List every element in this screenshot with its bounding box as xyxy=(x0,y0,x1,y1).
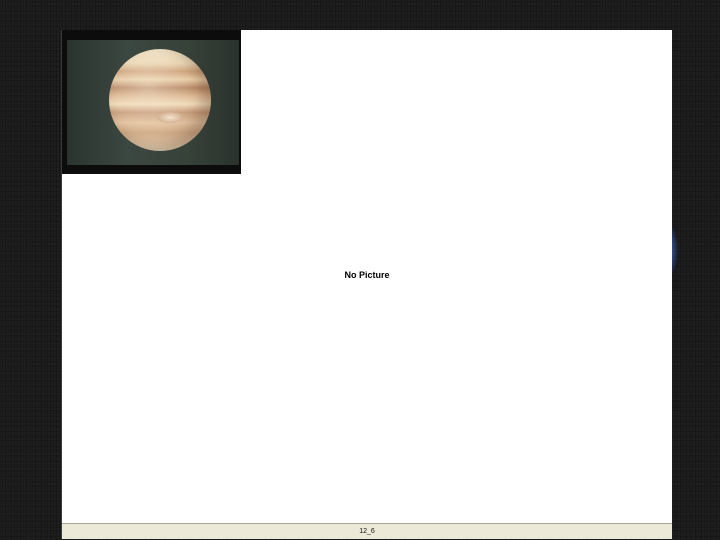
thumbnail-frame xyxy=(67,40,239,165)
image-viewer-window: No Picture 12_6 xyxy=(61,30,672,539)
great-red-spot xyxy=(157,112,183,123)
no-picture-label: No Picture xyxy=(344,270,390,280)
status-bar-label: 12_6 xyxy=(359,528,375,535)
desktop-background: No Picture 12_6 xyxy=(0,0,720,540)
status-bar: 12_6 xyxy=(62,523,672,539)
thumbnail-image[interactable] xyxy=(62,30,241,174)
jupiter-image xyxy=(109,49,211,151)
